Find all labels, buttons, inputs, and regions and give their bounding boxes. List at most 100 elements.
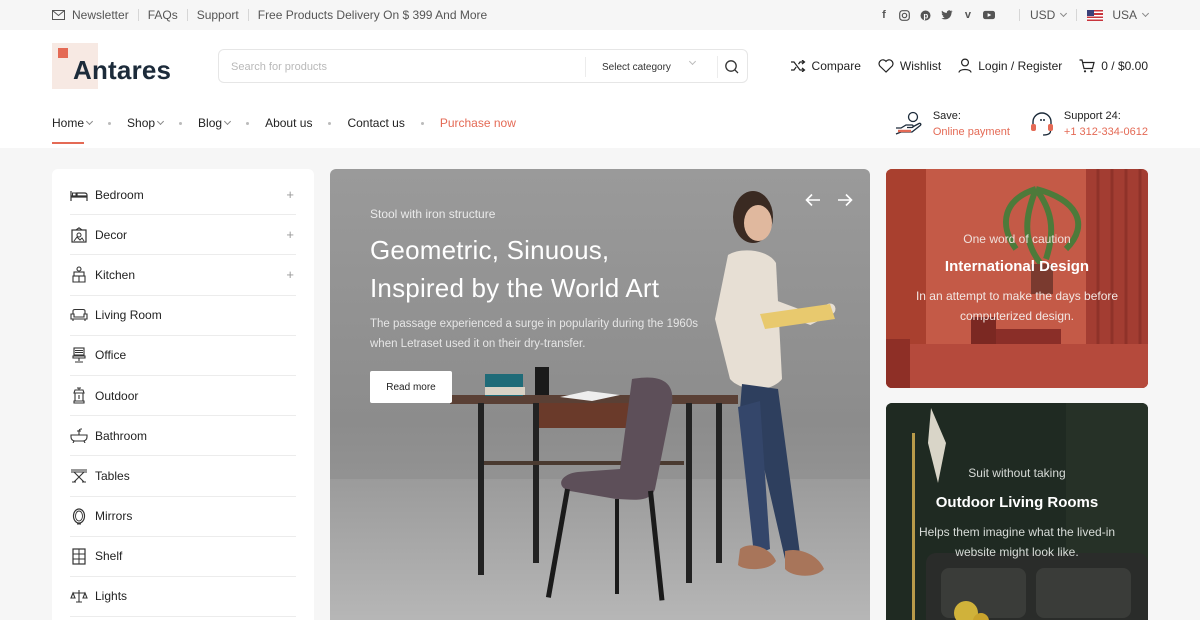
- category-living-room[interactable]: Living Room: [70, 296, 296, 336]
- header-actions: Compare Wishlist Login / Register 0 / $0…: [773, 58, 1148, 73]
- save-info: Save: Online payment: [895, 108, 1010, 140]
- currency-dropdown[interactable]: USD: [1030, 8, 1068, 22]
- category-label: Decor: [95, 227, 128, 242]
- category-office[interactable]: Office: [70, 336, 296, 376]
- category-kitchen[interactable]: Kitchen +: [70, 255, 296, 296]
- promo-title: Outdoor Living Rooms: [935, 494, 1099, 511]
- svg-text:p: p: [924, 11, 929, 20]
- category-shelf[interactable]: Shelf: [70, 537, 296, 577]
- category-label: Living Room: [95, 308, 162, 323]
- category-label: Mirrors: [95, 509, 133, 524]
- instagram-icon[interactable]: [899, 9, 911, 21]
- category-outdoor[interactable]: Outdoor: [70, 376, 296, 417]
- cart-icon: [1079, 58, 1096, 72]
- search-bar: Select category: [218, 49, 748, 83]
- nav-blog-label: Blog: [198, 116, 223, 130]
- nav-shop-label: Shop: [127, 116, 156, 130]
- expand-icon[interactable]: +: [286, 227, 294, 242]
- social-links: f p v: [878, 9, 995, 21]
- cart-link[interactable]: 0 / $0.00: [1079, 59, 1148, 73]
- search-button[interactable]: [717, 56, 739, 78]
- wishlist-link[interactable]: Wishlist: [878, 59, 941, 73]
- save-subtitle: Online payment: [932, 126, 1010, 138]
- sofa-icon: [70, 306, 88, 324]
- support-link[interactable]: Support: [197, 8, 239, 22]
- bathtub-icon: [70, 427, 88, 445]
- hero-eyebrow: Stool with iron structure: [370, 207, 496, 221]
- expand-icon[interactable]: +: [286, 187, 294, 202]
- vimeo-icon[interactable]: v: [962, 9, 974, 21]
- category-bedroom[interactable]: Bedroom +: [70, 175, 296, 216]
- divider: [137, 9, 139, 21]
- expand-icon[interactable]: +: [286, 267, 294, 282]
- hero-title: Geometric, Sinuous, Inspired by the Worl…: [370, 231, 700, 307]
- nav-contact[interactable]: Contact us: [347, 116, 404, 130]
- category-decor[interactable]: Decor +: [70, 215, 296, 256]
- shuffle-icon: [790, 59, 805, 72]
- newsletter-link[interactable]: Newsletter: [52, 8, 129, 22]
- category-mirrors[interactable]: Mirrors: [70, 497, 296, 537]
- divider: [1018, 9, 1020, 21]
- compare-link[interactable]: Compare: [790, 59, 861, 73]
- wishlist-label: Wishlist: [899, 58, 942, 73]
- mail-icon: [52, 10, 65, 20]
- category-label: Kitchen: [95, 267, 136, 282]
- category-tables[interactable]: Tables: [70, 456, 296, 497]
- category-select-label: Select category: [602, 61, 671, 73]
- divider: [1076, 9, 1078, 21]
- compare-label: Compare: [811, 58, 861, 73]
- table-icon: [70, 467, 88, 485]
- nav-home[interactable]: Home: [52, 116, 94, 144]
- arrow-right-icon[interactable]: [837, 193, 853, 207]
- login-label: Login / Register: [978, 58, 1063, 73]
- nav-shop[interactable]: Shop: [127, 116, 165, 130]
- chevron-down-icon: [688, 57, 697, 66]
- nav-separator: [179, 121, 183, 125]
- bed-icon: [70, 186, 88, 204]
- category-label: Bathroom: [95, 428, 148, 443]
- hero-title-line1: Geometric, Sinuous,: [370, 235, 610, 265]
- logo-text: Antares: [73, 55, 172, 85]
- promo-image: [886, 169, 1148, 388]
- chevron-down-icon: [1060, 9, 1068, 18]
- hero-slider: Stool with iron structure Geometric, Sin…: [330, 169, 870, 620]
- support-info: Support 24: +1 312-334-0612: [1028, 108, 1148, 140]
- chevron-down-icon: [157, 117, 165, 126]
- heart-icon: [878, 58, 894, 73]
- category-select[interactable]: Select category: [585, 57, 707, 77]
- youtube-icon[interactable]: [982, 9, 995, 21]
- twitter-icon[interactable]: [941, 9, 953, 21]
- nav-about[interactable]: About us: [265, 116, 312, 130]
- promo-card-outdoor-living[interactable]: Suit without taking Outdoor Living Rooms…: [886, 403, 1148, 620]
- main-nav: Home Shop Blog About us Contact us Purch…: [52, 116, 516, 144]
- search-input[interactable]: [231, 58, 571, 76]
- country-dropdown[interactable]: USA: [1087, 8, 1150, 22]
- hero-title-line2: Inspired by the World Art: [370, 273, 660, 303]
- mirror-icon: [70, 507, 88, 525]
- headset-icon: [1030, 112, 1053, 136]
- support-phone[interactable]: +1 312-334-0612: [1064, 124, 1148, 140]
- promo-eyebrow: One word of caution: [963, 232, 1071, 246]
- category-bathroom[interactable]: Bathroom: [70, 416, 296, 457]
- office-chair-icon: [70, 346, 88, 364]
- logo[interactable]: Antares: [52, 43, 192, 89]
- category-label: Office: [95, 348, 127, 363]
- category-sidebar: Bedroom + Decor + Kitchen + Living Room …: [52, 169, 314, 620]
- facebook-icon[interactable]: f: [878, 9, 890, 21]
- nav-purchase[interactable]: Purchase now: [440, 116, 516, 130]
- arrow-left-icon[interactable]: [805, 193, 821, 207]
- cart-label: 0 / $0.00: [1101, 58, 1148, 73]
- nav-blog[interactable]: Blog: [198, 116, 232, 130]
- category-lights[interactable]: Lights: [70, 577, 296, 618]
- faqs-link[interactable]: FAQs: [148, 8, 178, 22]
- read-more-button[interactable]: Read more: [370, 371, 452, 403]
- hero-description: The passage experienced a surge in popul…: [370, 318, 698, 350]
- pinterest-icon[interactable]: p: [920, 9, 932, 21]
- login-link[interactable]: Login / Register: [958, 58, 1062, 73]
- chevron-down-icon: [1141, 9, 1150, 18]
- promo-description: In an attempt to make the days before co…: [915, 289, 1119, 323]
- nav-separator: [246, 121, 250, 125]
- category-label: Bedroom: [95, 187, 144, 202]
- promo-card-international-design[interactable]: One word of caution International Design…: [886, 169, 1148, 388]
- category-label: Shelf: [95, 549, 123, 564]
